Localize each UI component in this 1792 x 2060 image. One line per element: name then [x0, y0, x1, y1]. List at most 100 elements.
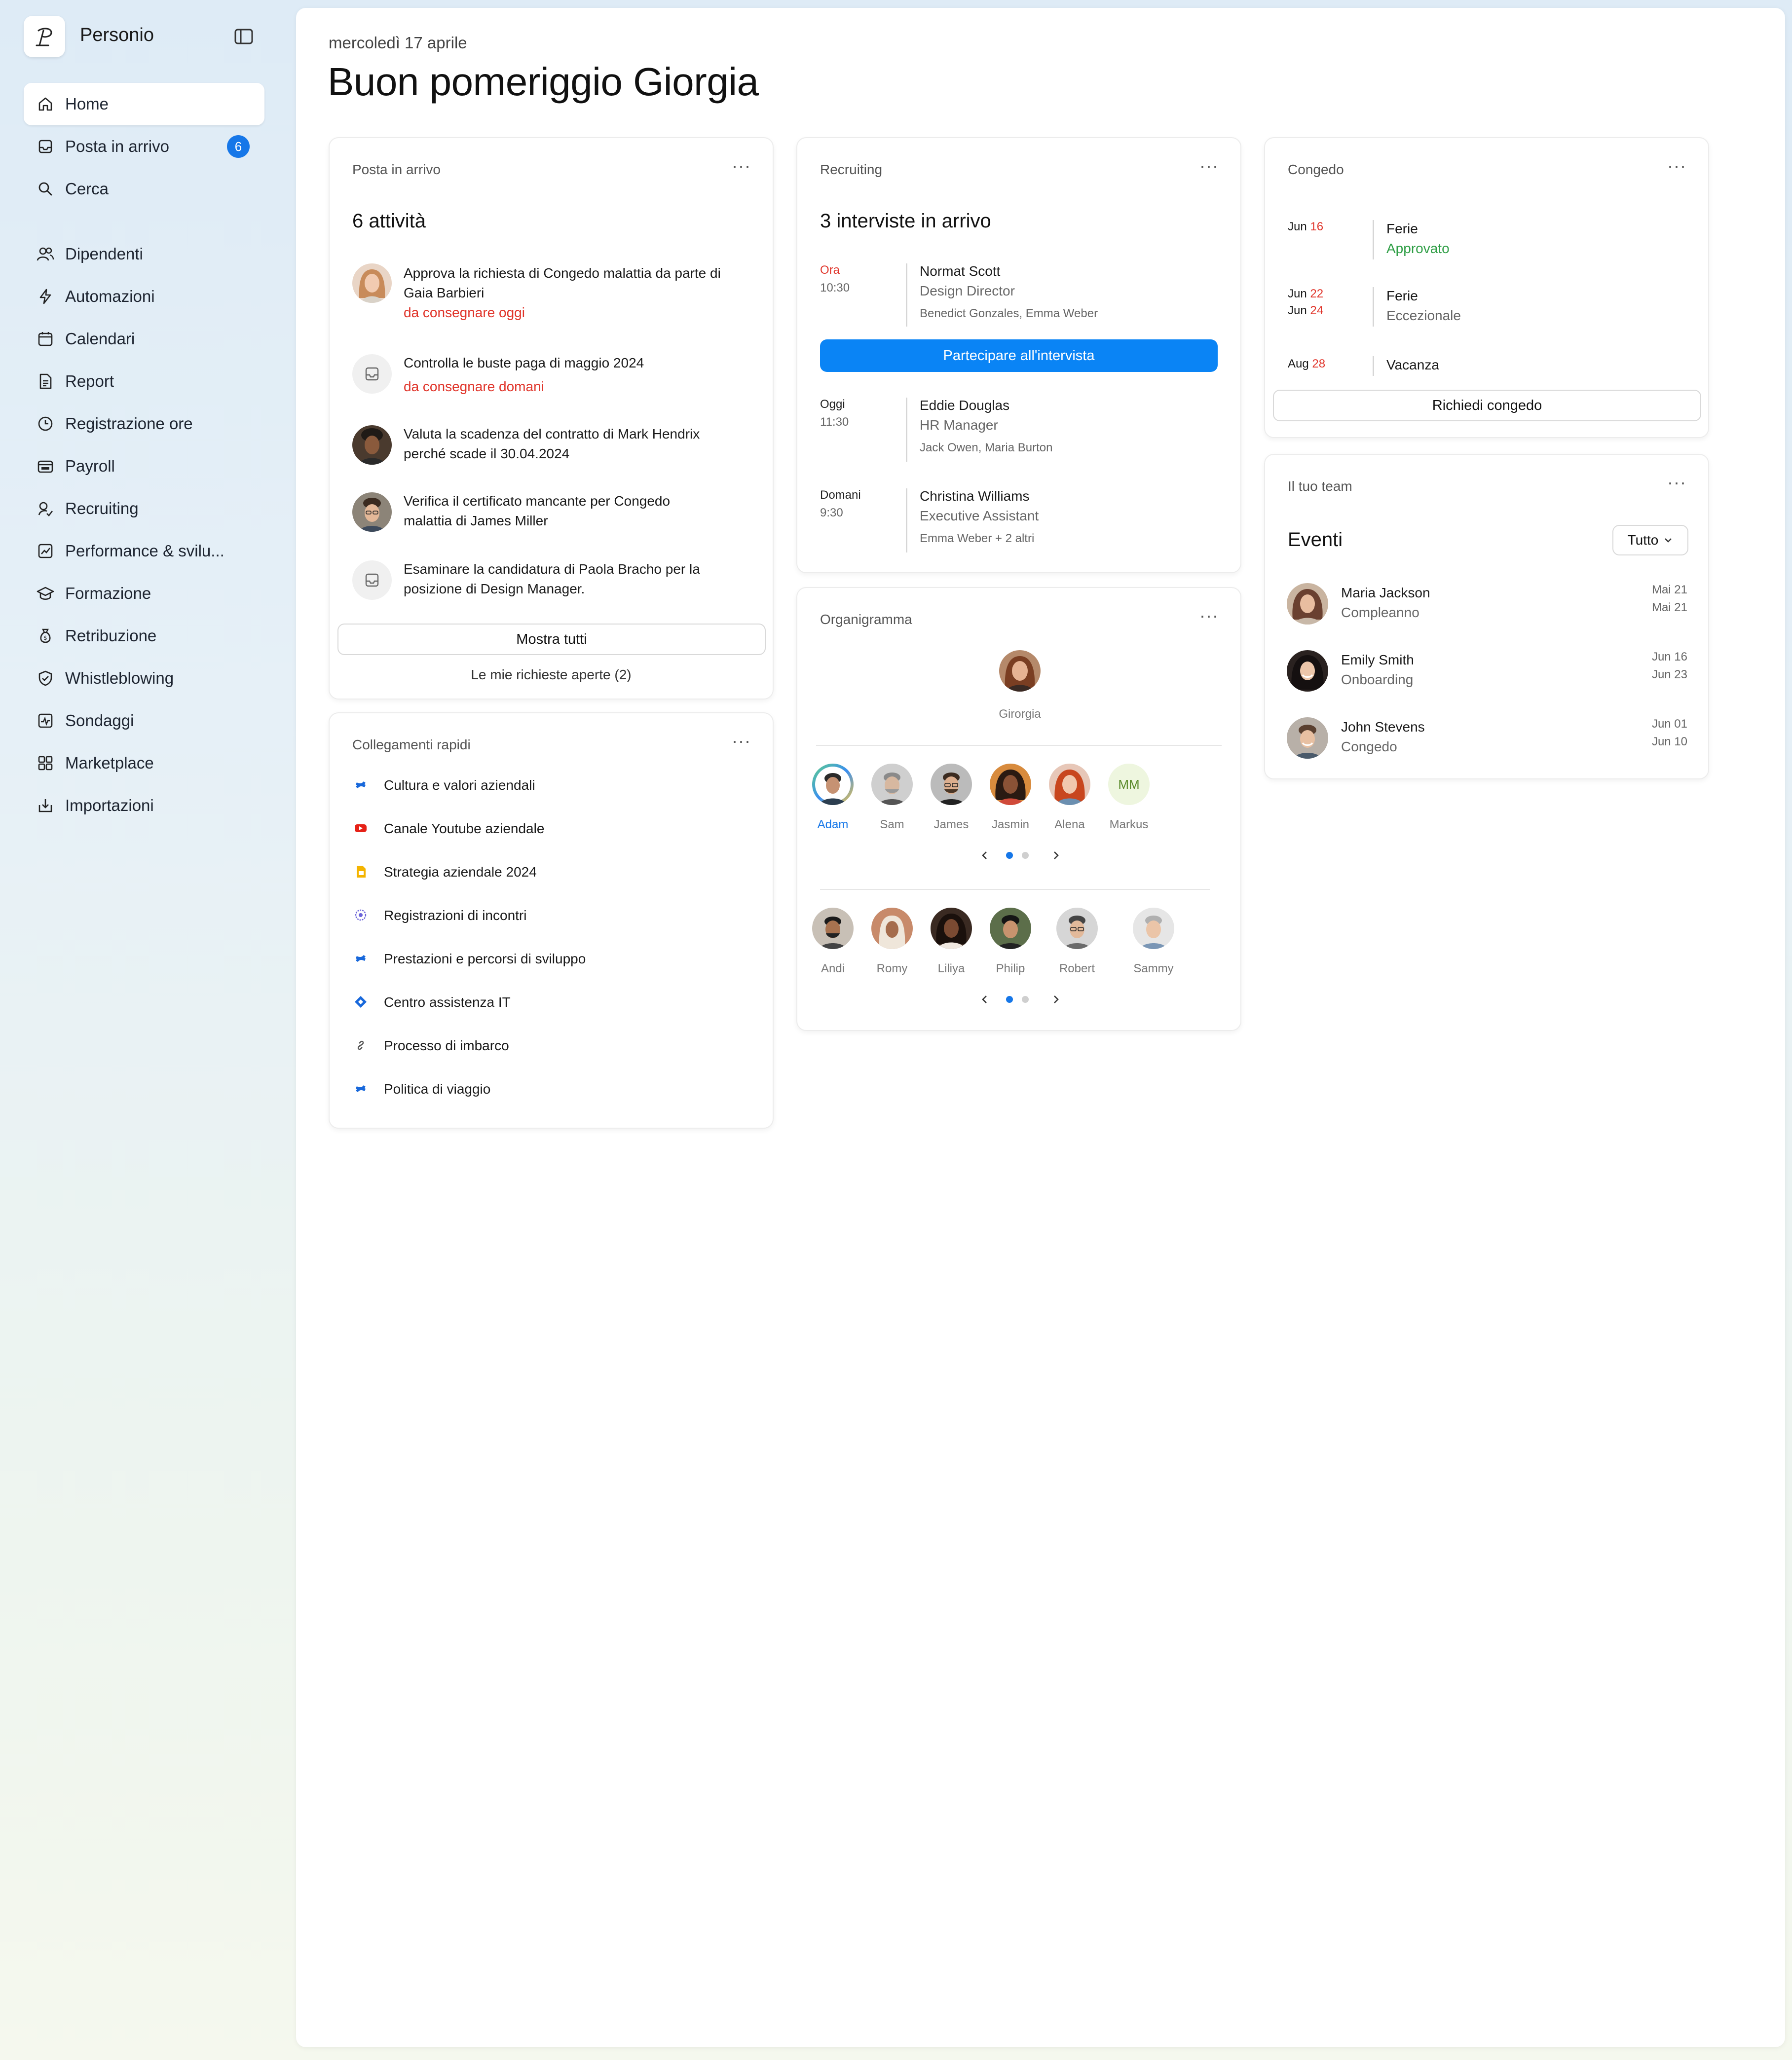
quick-links-card: Collegamenti rapidi ··· Cultura e valori… — [329, 712, 774, 1129]
sidebar-item-imports[interactable]: Importazioni — [24, 784, 264, 827]
avatar-initials[interactable]: MM — [1108, 764, 1150, 805]
leave-date: Jun 22 — [1288, 287, 1323, 301]
sidebar-item-performance[interactable]: Performance & svilu... — [24, 530, 264, 572]
chevron-left-icon[interactable] — [979, 993, 991, 1005]
quick-link[interactable]: Processo di imbarco — [384, 1036, 509, 1056]
more-options-icon[interactable]: ··· — [1667, 157, 1686, 175]
more-options-icon[interactable]: ··· — [732, 732, 751, 750]
interview-time: 10:30 — [820, 281, 850, 294]
sidebar-item-inbox[interactable]: Posta in arrivo 6 — [24, 125, 264, 168]
sidebar-toggle-icon[interactable] — [234, 28, 254, 45]
join-interview-button[interactable]: Partecipare all'intervista — [820, 339, 1218, 372]
sidebar-item-employees[interactable]: Dipendenti — [24, 233, 264, 275]
org-chart-card: Organigramma ··· Girorgia Adam Sam James… — [796, 587, 1241, 1031]
show-all-button[interactable]: Mostra tutti — [337, 624, 766, 655]
quick-link[interactable]: Strategia aziendale 2024 — [384, 862, 537, 882]
pagination-dot[interactable] — [1022, 852, 1029, 859]
avatar[interactable] — [1133, 908, 1174, 949]
event-person-name[interactable]: Emily Smith — [1341, 650, 1414, 670]
sidebar-item-home[interactable]: Home — [24, 83, 264, 125]
more-options-icon[interactable]: ··· — [732, 157, 751, 175]
pagination-dot-active[interactable] — [1006, 996, 1013, 1003]
confluence-icon — [352, 776, 369, 793]
interview-panel: Emma Weber + 2 altri — [920, 532, 1035, 545]
candidate-name[interactable]: Christina Williams — [920, 486, 1029, 506]
avatar[interactable] — [1056, 908, 1098, 949]
quick-link[interactable]: Registrazioni di incontri — [384, 906, 526, 925]
chevron-right-icon[interactable] — [1050, 993, 1062, 1005]
events-filter-dropdown[interactable]: Tutto — [1612, 525, 1688, 555]
pagination-dot[interactable] — [1022, 996, 1029, 1003]
more-options-icon[interactable]: ··· — [1667, 474, 1686, 491]
sidebar-item-recruiting[interactable]: Recruiting — [24, 487, 264, 530]
interview-when: Domani — [820, 488, 861, 502]
logo-icon — [36, 28, 52, 46]
sidebar-item-training[interactable]: Formazione — [24, 572, 264, 615]
avatar-root[interactable] — [999, 650, 1041, 692]
people-icon — [36, 244, 55, 264]
leave-day: 28 — [1312, 357, 1326, 370]
event-person-name[interactable]: Maria Jackson — [1341, 583, 1430, 603]
sidebar-item-search[interactable]: Cerca — [24, 168, 264, 210]
task-text[interactable]: Controlla le buste paga di maggio 2024 — [404, 353, 749, 373]
money-bag-icon: $ — [36, 626, 55, 646]
sidebar-item-marketplace[interactable]: Marketplace — [24, 742, 264, 784]
org-member-name: Romy — [876, 962, 908, 975]
sidebar-item-whistleblowing[interactable]: Whistleblowing — [24, 657, 264, 699]
app-name: Personio — [80, 25, 154, 45]
quick-link[interactable]: Politica di viaggio — [384, 1079, 490, 1099]
current-date: mercoledì 17 aprile — [329, 34, 467, 52]
sidebar-item-payroll[interactable]: Payroll — [24, 445, 264, 487]
events-heading: Eventi — [1288, 529, 1343, 551]
candidate-name[interactable]: Normat Scott — [920, 261, 1000, 281]
sidebar-item-compensation[interactable]: $ Retribuzione — [24, 615, 264, 657]
event-person-name[interactable]: John Stevens — [1341, 717, 1425, 737]
confluence-icon — [352, 950, 369, 967]
sidebar-item-automations[interactable]: Automazioni — [24, 275, 264, 318]
sidebar-item-report[interactable]: Report — [24, 360, 264, 403]
avatar[interactable] — [990, 764, 1031, 805]
interview-time: 9:30 — [820, 506, 843, 519]
org-member-name: Sam — [880, 818, 904, 831]
request-leave-button[interactable]: Richiedi congedo — [1273, 390, 1701, 421]
card-title: Collegamenti rapidi — [352, 737, 471, 752]
quick-link[interactable]: Prestazioni e percorsi di sviluppo — [384, 949, 586, 969]
chevron-left-icon[interactable] — [979, 849, 991, 861]
sidebar-item-label: Retribuzione — [65, 626, 157, 645]
quick-link[interactable]: Cultura e valori aziendali — [384, 775, 535, 795]
event-date-end: Jun 23 — [1651, 668, 1687, 681]
avatar[interactable] — [1049, 764, 1090, 805]
interview-panel: Jack Owen, Maria Burton — [920, 441, 1053, 454]
task-text[interactable]: Esaminare la candidatura di Paola Bracho… — [404, 559, 729, 599]
quick-link[interactable]: Canale Youtube aziendale — [384, 819, 544, 839]
avatar[interactable] — [871, 764, 913, 805]
divider — [816, 745, 1222, 746]
sidebar-item-label: Cerca — [65, 180, 109, 198]
avatar[interactable] — [871, 908, 913, 949]
task-text[interactable]: Valuta la scadenza del contratto di Mark… — [404, 424, 709, 464]
avatar[interactable] — [931, 908, 972, 949]
sidebar-item-surveys[interactable]: Sondaggi — [24, 699, 264, 742]
event-type: Congedo — [1341, 739, 1397, 754]
task-text[interactable]: Approva la richiesta di Congedo malattia… — [404, 263, 749, 303]
open-requests-link[interactable]: Le mie richieste aperte (2) — [330, 667, 773, 683]
quick-link[interactable]: Centro assistenza IT — [384, 993, 511, 1012]
youtube-icon — [352, 820, 369, 837]
avatar[interactable] — [931, 764, 972, 805]
avatar[interactable] — [812, 764, 854, 805]
sidebar-item-calendars[interactable]: Calendari — [24, 318, 264, 360]
candidate-name[interactable]: Eddie Douglas — [920, 396, 1009, 415]
sidebar-item-time-tracking[interactable]: Registrazione ore — [24, 403, 264, 445]
sidebar-item-label: Payroll — [65, 457, 115, 475]
more-options-icon[interactable]: ··· — [1199, 607, 1219, 625]
personio-logo[interactable] — [24, 16, 65, 57]
chevron-right-icon[interactable] — [1050, 849, 1062, 861]
sidebar-item-label: Performance & svilu... — [65, 542, 224, 560]
leave-month: Jun — [1288, 220, 1307, 233]
org-member-name: James — [933, 818, 969, 831]
more-options-icon[interactable]: ··· — [1199, 157, 1219, 175]
avatar[interactable] — [990, 908, 1031, 949]
task-text[interactable]: Verifica il certificato mancante per Con… — [404, 491, 709, 531]
avatar[interactable] — [812, 908, 854, 949]
pagination-dot-active[interactable] — [1006, 852, 1013, 859]
